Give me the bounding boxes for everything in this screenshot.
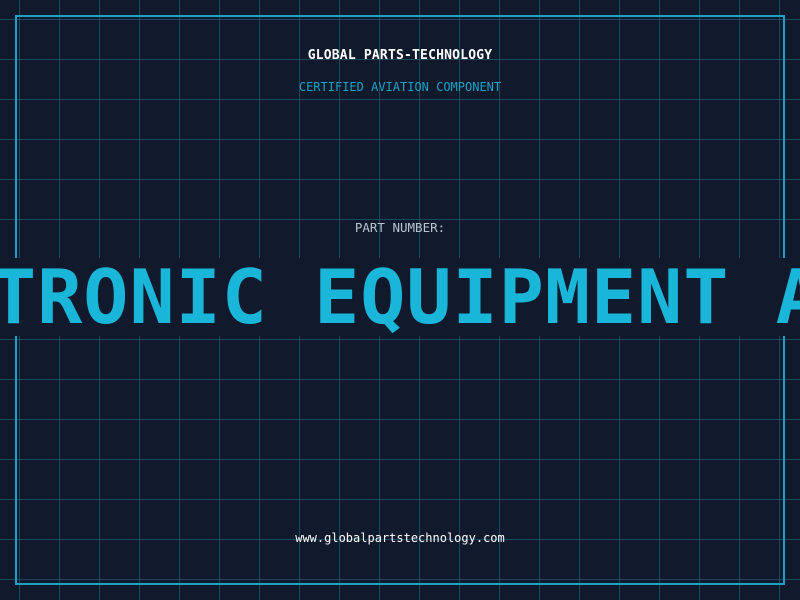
part-number-value: TRONIC EQUIPMENT A — [0, 258, 800, 336]
website-url: www.globalpartstechnology.com — [295, 531, 505, 545]
certificate-canvas: GLOBAL PARTS-TECHNOLOGY CERTIFIED AVIATI… — [0, 0, 800, 600]
part-number-band: TRONIC EQUIPMENT A — [0, 258, 800, 336]
company-name: GLOBAL PARTS-TECHNOLOGY — [307, 48, 493, 63]
part-number-label: PART NUMBER: — [354, 220, 446, 235]
certification-subtitle: CERTIFIED AVIATION COMPONENT — [298, 80, 502, 94]
